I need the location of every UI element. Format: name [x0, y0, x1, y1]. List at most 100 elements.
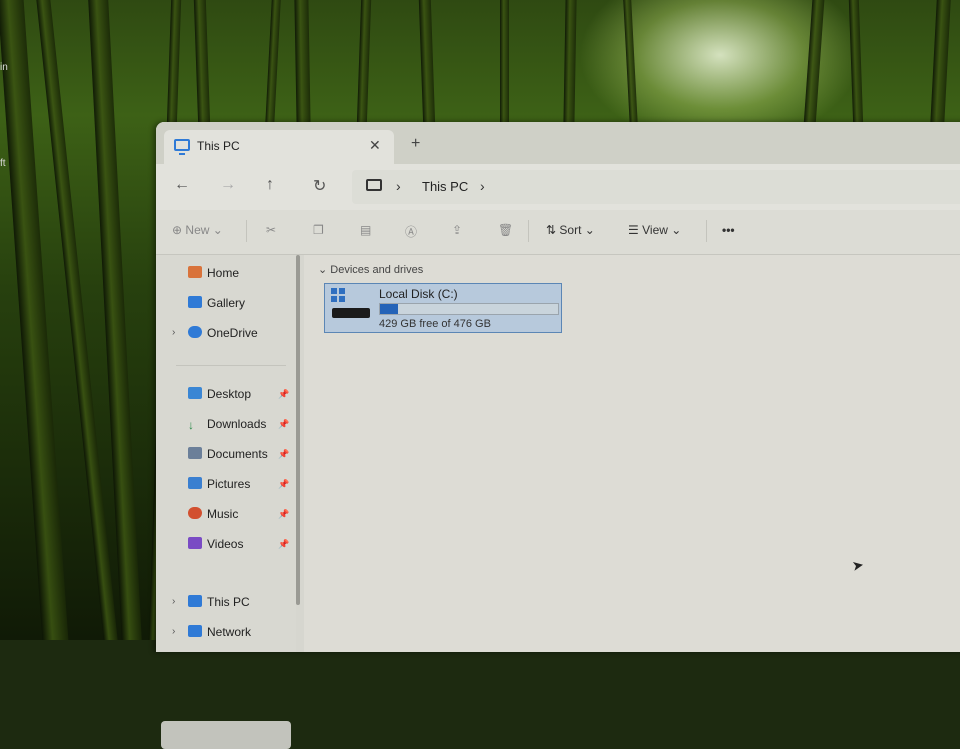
section-devices-and-drives[interactable]: ⌄ Devices and drives [318, 263, 423, 276]
sort-label: Sort [559, 223, 582, 237]
navigation-pane: Home Gallery › OneDrive Desktop 📌 ↓ Downl… [156, 255, 296, 749]
sidebar-item-label: OneDrive [207, 326, 258, 340]
desktop-text-fragment: ft [0, 158, 6, 169]
documents-icon [188, 447, 202, 459]
music-icon [188, 507, 202, 519]
chevron-right-icon[interactable]: › [172, 626, 175, 637]
delete-icon[interactable]: 🗑 [498, 223, 513, 237]
windows-logo-icon [331, 288, 345, 302]
command-bar: ⊕ New ⌄ ✂ ❐ ▤ Ⓐ ⇪ 🗑 ⇅ Sort ⌄ ☰ View ⌄ ••… [156, 210, 960, 255]
sidebar-divider [176, 365, 286, 366]
drive-local-disk-c[interactable]: Local Disk (C:) 429 GB free of 476 GB [324, 283, 562, 333]
sidebar-item-gallery[interactable]: Gallery [188, 293, 245, 313]
chevron-right-icon[interactable]: › [396, 178, 401, 194]
refresh-icon[interactable]: ↻ [313, 176, 326, 196]
hard-drive-icon [332, 308, 370, 318]
toolbar-divider [706, 220, 707, 242]
sidebar-item-network[interactable]: Network [188, 622, 251, 642]
sidebar-item-label: Documents [207, 447, 268, 461]
network-icon [188, 625, 202, 637]
back-arrow-icon[interactable]: ← [174, 176, 190, 194]
new-label: New [185, 223, 210, 237]
tab-title: This PC [197, 139, 240, 153]
share-icon[interactable]: ⇪ [452, 223, 462, 237]
drive-usage-fill [380, 304, 398, 314]
sort-icon: ⇅ [546, 223, 557, 237]
sidebar-item-label: Gallery [207, 296, 246, 310]
sidebar-item-videos[interactable]: Videos [188, 534, 243, 554]
gallery-icon [188, 296, 202, 308]
plus-circle-icon: ⊕ [172, 223, 183, 237]
videos-icon [188, 537, 202, 549]
sidebar-item-downloads[interactable]: ↓ Downloads [188, 414, 266, 434]
sidebar-item-desktop[interactable]: Desktop [188, 384, 251, 404]
sidebar-item-music[interactable]: Music [188, 504, 238, 524]
sidebar-item-label: Network [207, 625, 252, 639]
view-icon: ☰ [628, 223, 639, 237]
new-button[interactable]: ⊕ New ⌄ [172, 223, 223, 237]
forward-arrow-icon[interactable]: → [220, 176, 236, 194]
toolbar-divider [246, 220, 247, 242]
sidebar-item-label: Desktop [207, 387, 252, 401]
desktop-icon [188, 387, 202, 399]
toolbar-divider [528, 220, 529, 242]
sidebar-item-label: Music [207, 507, 239, 521]
more-options-icon[interactable]: ••• [722, 223, 735, 237]
tab-this-pc[interactable]: This PC ✕ [164, 130, 394, 164]
rename-icon[interactable]: Ⓐ [405, 223, 417, 240]
chevron-right-icon[interactable]: › [172, 596, 175, 607]
monitor-icon [366, 179, 382, 191]
file-explorer-window: This PC ✕ + ← → ↑ ↻ › This PC › ⊕ New ⌄ … [156, 122, 960, 749]
view-button[interactable]: ☰ View ⌄ [628, 223, 681, 237]
sidebar-item-label: Downloads [207, 417, 267, 431]
drive-free-space: 429 GB free of 476 GB [379, 318, 491, 330]
sidebar-scrollbar[interactable] [296, 255, 300, 605]
sidebar-item-pictures[interactable]: Pictures [188, 474, 250, 494]
title-bar: This PC ✕ + [156, 122, 960, 164]
chevron-down-icon: ⌄ [671, 223, 682, 237]
new-tab-button[interactable]: + [411, 135, 420, 153]
sidebar-item-label: Videos [207, 537, 244, 551]
home-icon [188, 266, 202, 278]
desktop-text-fragment: in [0, 62, 8, 73]
address-box[interactable]: › This PC › [352, 170, 960, 204]
sidebar-item-this-pc[interactable]: This PC [188, 592, 250, 612]
selected-highlight [161, 721, 291, 749]
address-bar-row: ← → ↑ ↻ › This PC › [156, 164, 960, 210]
copy-icon[interactable]: ❐ [313, 223, 324, 237]
chevron-down-icon: ⌄ [584, 223, 595, 237]
pin-icon[interactable]: 📌 [278, 509, 289, 520]
pin-icon[interactable]: 📌 [278, 419, 289, 430]
mouse-cursor-icon: ➤ [850, 556, 865, 574]
view-label: View [642, 223, 668, 237]
onedrive-icon [188, 326, 202, 338]
pin-icon[interactable]: 📌 [278, 389, 289, 400]
close-icon[interactable]: ✕ [369, 137, 381, 154]
sidebar-item-onedrive[interactable]: OneDrive [188, 323, 258, 343]
chevron-right-icon[interactable]: › [480, 178, 485, 194]
section-title: Devices and drives [330, 264, 424, 276]
up-arrow-icon[interactable]: ↑ [266, 176, 274, 194]
chevron-down-icon: ⌄ [318, 264, 328, 276]
content-pane: ⌄ Devices and drives Local Disk (C:) 429… [304, 255, 960, 652]
pin-icon[interactable]: 📌 [278, 449, 289, 460]
download-icon: ↓ [188, 418, 194, 432]
sort-button[interactable]: ⇅ Sort ⌄ [546, 223, 595, 237]
chevron-down-icon: ⌄ [212, 223, 223, 237]
this-pc-icon [188, 595, 202, 607]
breadcrumb-this-pc[interactable]: This PC [422, 179, 468, 194]
drive-usage-bar [379, 303, 559, 315]
sidebar-item-label: Pictures [207, 477, 251, 491]
cut-icon[interactable]: ✂ [266, 223, 276, 237]
pictures-icon [188, 477, 202, 489]
pin-icon[interactable]: 📌 [278, 479, 289, 490]
paste-icon[interactable]: ▤ [360, 223, 371, 237]
chevron-right-icon[interactable]: › [172, 327, 175, 338]
sidebar-item-label: Home [207, 266, 240, 280]
sidebar-item-label: This PC [207, 595, 250, 609]
sidebar-item-documents[interactable]: Documents [188, 444, 268, 464]
drive-name: Local Disk (C:) [379, 287, 458, 301]
sidebar-item-home[interactable]: Home [188, 263, 239, 283]
monitor-icon [174, 139, 190, 155]
pin-icon[interactable]: 📌 [278, 539, 289, 550]
